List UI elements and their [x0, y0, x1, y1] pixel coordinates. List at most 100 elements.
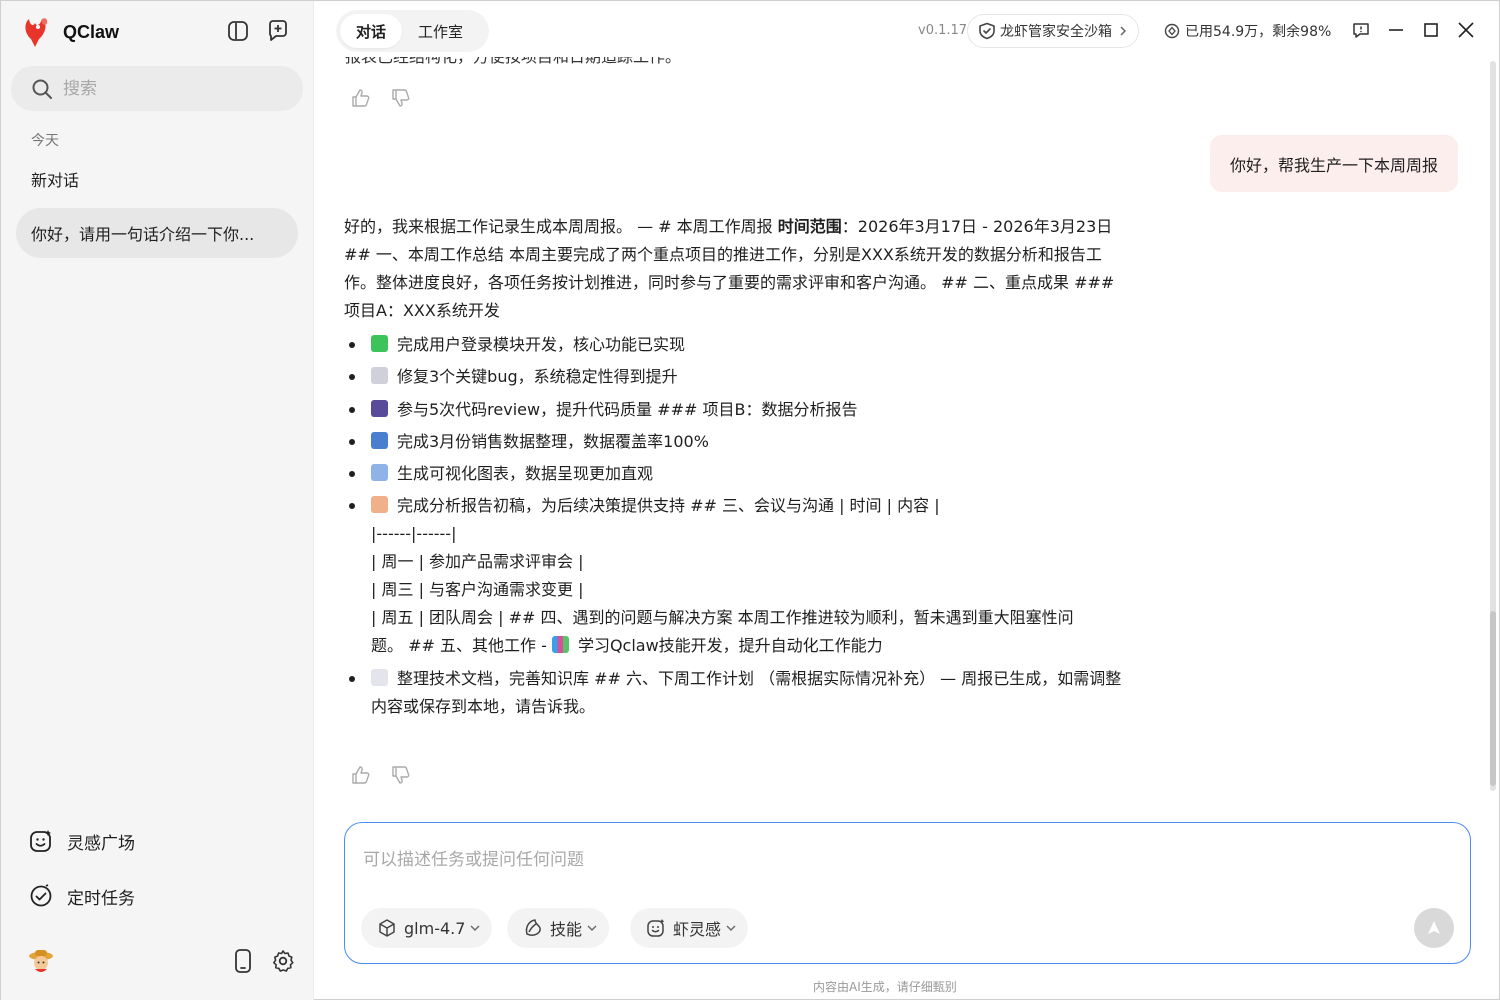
model-selector[interactable]: glm-4.7: [361, 908, 493, 948]
list-item: 完成用户登录模块开发，核心功能已实现: [344, 331, 1124, 359]
chevron-down-icon: [587, 925, 597, 931]
usage-label: 已用54.9万，剩余98%: [1185, 24, 1332, 40]
tab-studio[interactable]: 工作室: [402, 14, 479, 48]
list-item-text: 完成3月份销售数据整理，数据覆盖率100%: [397, 431, 709, 451]
inspiration-selector[interactable]: 虾灵感: [630, 908, 749, 948]
table-line: |------|------|: [371, 524, 457, 544]
list-item-text: 完成用户登录模块开发，核心功能已实现: [397, 335, 686, 354]
list-item: 生成可视化图表，数据呈现更加直观: [344, 460, 1124, 488]
feedback-row-previous: [351, 88, 411, 108]
memo-emoji-icon: [371, 496, 388, 514]
list-item: 参与5次代码review，提升代码质量 ### 项目B：数据分析报告: [344, 396, 1124, 424]
user-message-bubble: 你好，帮我生产一下本周周报: [1209, 135, 1458, 192]
list-item-text: 参与5次代码review，提升代码质量 ### 项目B：数据分析报告: [397, 399, 858, 419]
sidebar-link-label: 定时任务: [67, 888, 135, 909]
sidebar-link-inspiration[interactable]: 灵感广场: [29, 826, 135, 856]
conversation-label: 你好，请用一句话介绍一下你...: [31, 225, 255, 244]
table-line: | 周一 | 参加产品需求评审会 |: [371, 552, 584, 572]
message-composer: glm-4.7 技能 虾灵感: [344, 822, 1471, 964]
skills-label: 技能: [550, 920, 583, 939]
check-mark-emoji-icon: [371, 335, 388, 352]
people-emoji-icon: [371, 399, 388, 417]
chevron-right-icon: [1120, 26, 1127, 36]
wrench-emoji-icon: [371, 367, 388, 385]
usage-coin-icon: [1164, 23, 1180, 39]
list-item: 修复3个关键bug，系统稳定性得到提升: [344, 363, 1124, 391]
conversation-item-new[interactable]: 新对话: [16, 154, 298, 204]
user-message-text: 你好，帮我生产一下本周周报: [1229, 155, 1438, 175]
shield-icon: [979, 22, 995, 40]
ai-disclaimer-text: 内容由AI生成，请仔细甄别: [813, 980, 957, 994]
chevron-down-icon: [470, 925, 480, 931]
chat-panel: 报表已经结构化，方便按项目和日期追踪工作。 你好，帮我生产一下本周周报 好的，我…: [315, 57, 1487, 811]
security-sandbox-button[interactable]: 龙虾管家安全沙箱: [967, 14, 1139, 48]
inspiration-smile-icon: [30, 830, 51, 852]
list-item: 整理技术文档，完善知识库 ## 六、下周工作计划 （需根据实际情况补充） — 周…: [344, 665, 1124, 721]
send-button[interactable]: [1414, 908, 1454, 948]
answer-intro-bold: 时间范围: [777, 217, 842, 236]
chat-scrollbar-thumb[interactable]: [1490, 611, 1496, 786]
new-chat-icon[interactable]: [266, 19, 290, 43]
bar-chart-emoji-icon: [371, 431, 388, 449]
feedback-message-icon[interactable]: [1348, 17, 1374, 43]
avatar[interactable]: [27, 947, 55, 975]
close-icon[interactable]: [1453, 17, 1479, 43]
list-item: 完成3月份销售数据整理，数据覆盖率100%: [344, 428, 1124, 456]
list-item-text: 题。 ## 五、其他工作 -: [371, 636, 552, 656]
scheduled-check-icon: [30, 884, 52, 907]
token-usage: 已用54.9万，剩余98%: [1164, 21, 1331, 41]
brand: QClaw: [21, 15, 119, 49]
table-line: | 周五 | 团队周会 | ## 四、遇到的问题与解决方案 本周工作推进较为顺利…: [371, 608, 1074, 628]
inspiration-label: 虾灵感: [673, 920, 722, 939]
list-item-text: 整理技术文档，完善知识库 ## 六、下周工作计划 （需根据实际情况补充） — 周…: [371, 668, 1122, 716]
thumbs-up-icon[interactable]: [351, 765, 371, 785]
list-item-text: 完成分析报告初稿，为后续决策提供支持 ## 三、会议与沟通 | 时间 | 内容 …: [397, 496, 940, 516]
sidebar-link-label: 灵感广场: [67, 833, 135, 854]
qclaw-logo-icon: [25, 18, 48, 47]
table-line: | 周三 | 与客户沟通需求变更 |: [371, 580, 584, 600]
search-input[interactable]: [63, 78, 263, 99]
conversation-item-active[interactable]: 你好，请用一句话介绍一下你...: [16, 208, 298, 258]
send-arrow-icon: [1428, 921, 1440, 934]
thumbs-down-icon[interactable]: [391, 88, 411, 108]
feedback-row-answer: [351, 765, 411, 785]
search-icon: [32, 79, 52, 99]
list-item: 完成分析报告初稿，为后续决策提供支持 ## 三、会议与沟通 | 时间 | 内容 …: [344, 492, 1124, 660]
list-item-text: 学习Qclaw技能开发，提升自动化工作能力: [577, 636, 883, 656]
tab-chat[interactable]: 对话: [340, 14, 403, 48]
cube-icon: [379, 919, 395, 937]
inspiration-smile-icon: [647, 919, 665, 937]
chevron-down-icon: [726, 925, 736, 931]
sandbox-label: 龙虾管家安全沙箱: [1000, 24, 1112, 40]
minimize-icon[interactable]: [1383, 17, 1409, 43]
mode-tabs: 对话 工作室: [336, 10, 489, 52]
skills-leaf-icon: [525, 919, 541, 936]
page-emoji-icon: [371, 668, 388, 686]
toggle-sidebar-icon[interactable]: [226, 19, 250, 43]
sidebar-link-scheduled[interactable]: 定时任务: [29, 881, 135, 911]
skills-selector[interactable]: 技能: [507, 908, 610, 948]
previous-message-cut-text: 报表已经结构化，方便按项目和日期追踪工作。: [345, 57, 681, 67]
thumbs-down-icon[interactable]: [391, 765, 411, 785]
sidebar: QClaw 今天 新对话 你好，请用一句话介绍一下你... 灵感广场 定时任务: [1, 1, 314, 1000]
search-box[interactable]: [11, 66, 303, 111]
maximize-icon[interactable]: [1418, 17, 1444, 43]
message-input[interactable]: [363, 845, 1363, 875]
mobile-device-icon[interactable]: [229, 947, 257, 975]
settings-gear-icon[interactable]: [269, 947, 297, 975]
answer-bullet-list: 完成用户登录模块开发，核心功能已实现 修复3个关键bug，系统稳定性得到提升 参…: [344, 331, 1124, 721]
assistant-answer: 好的，我来根据工作记录生成本周周报。 — # 本周工作周报 时间范围：2026年…: [344, 213, 1124, 725]
app-window: QClaw 今天 新对话 你好，请用一句话介绍一下你... 灵感广场 定时任务: [0, 0, 1500, 1000]
answer-intro-text-a: 好的，我来根据工作记录生成本周周报。 — # 本周工作周报: [344, 217, 778, 236]
model-label: glm-4.7: [404, 918, 466, 938]
section-today-label: 今天: [31, 133, 59, 149]
app-name: QClaw: [63, 21, 120, 42]
books-emoji-icon: [551, 636, 569, 654]
chart-increasing-emoji-icon: [371, 464, 388, 482]
conversation-label: 新对话: [31, 171, 80, 190]
answer-intro: 好的，我来根据工作记录生成本周周报。 — # 本周工作周报 时间范围：2026年…: [344, 213, 1124, 325]
thumbs-up-icon[interactable]: [351, 88, 371, 108]
ai-disclaimer: 内容由AI生成，请仔细甄别: [1, 978, 1500, 995]
list-item-text: 修复3个关键bug，系统稳定性得到提升: [397, 367, 678, 387]
version-label: v0.1.17: [918, 23, 968, 38]
